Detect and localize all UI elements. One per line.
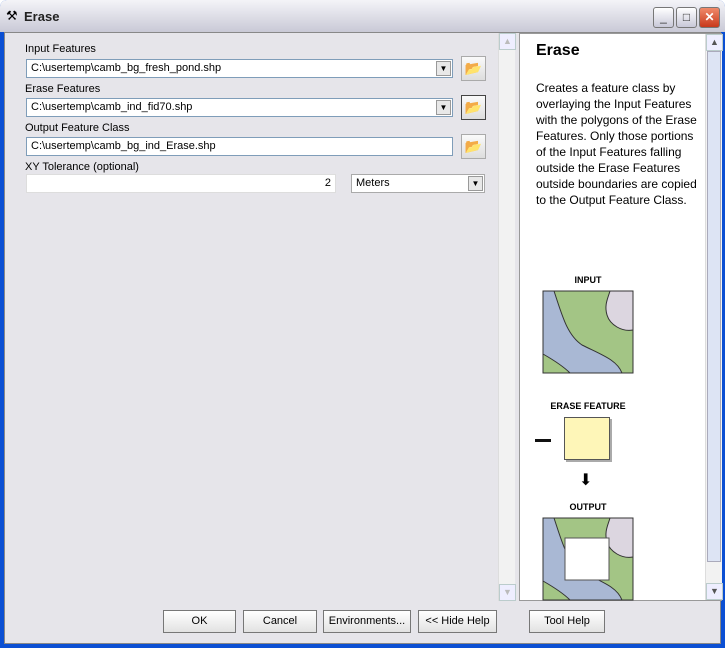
input-features-label: Input Features xyxy=(25,43,96,55)
output-feature-class-label: Output Feature Class xyxy=(25,122,130,134)
chevron-down-icon[interactable]: ▼ xyxy=(468,176,483,191)
help-title: Erase xyxy=(536,42,580,59)
help-description: Creates a feature class by overlaying th… xyxy=(536,81,697,207)
output-caption: OUTPUT xyxy=(569,502,607,512)
input-features-combo[interactable]: C:\usertemp\camb_bg_fresh_pond.shp ▼ xyxy=(26,59,453,78)
xy-tolerance-value: 2 xyxy=(324,177,331,189)
arrow-down-icon: ⬇ xyxy=(579,472,593,489)
erase-features-value: C:\usertemp\camb_ind_fid70.shp xyxy=(31,101,193,113)
folder-open-icon: 📂 xyxy=(464,138,483,154)
input-caption: INPUT xyxy=(574,275,602,285)
input-map-image xyxy=(542,290,634,374)
environments-button[interactable]: Environments... xyxy=(323,610,411,633)
browse-input-button[interactable]: 📂 xyxy=(461,56,486,81)
input-features-value: C:\usertemp\camb_bg_fresh_pond.shp xyxy=(31,62,222,74)
output-feature-class-value: C:\usertemp\camb_bg_ind_Erase.shp xyxy=(31,140,216,152)
erase-feature-caption: ERASE FEATURE xyxy=(550,401,626,411)
help-scrollbar[interactable]: ▲ ▼ xyxy=(705,34,723,600)
dialog-client: Input Features C:\usertemp\camb_bg_fresh… xyxy=(4,32,723,644)
unit-value: Meters xyxy=(356,177,390,189)
browse-erase-button[interactable]: 📂 xyxy=(461,95,486,120)
erase-dialog: ⚒ Erase _ □ ✕ Input Features C:\usertemp… xyxy=(0,0,725,648)
scroll-down-icon[interactable]: ▼ xyxy=(706,583,723,600)
cancel-button[interactable]: Cancel xyxy=(243,610,317,633)
hammer-icon: ⚒ xyxy=(6,8,18,23)
output-feature-class-input[interactable]: C:\usertemp\camb_bg_ind_Erase.shp xyxy=(26,137,453,156)
minus-icon xyxy=(535,439,551,442)
scroll-down-icon[interactable]: ▼ xyxy=(499,584,516,601)
scroll-up-icon[interactable]: ▲ xyxy=(706,34,723,51)
scroll-up-icon[interactable]: ▲ xyxy=(499,33,516,50)
hide-help-button[interactable]: << Hide Help xyxy=(418,610,497,633)
tool-help-button[interactable]: Tool Help xyxy=(529,610,605,633)
folder-open-icon: 📂 xyxy=(464,99,483,115)
close-button[interactable]: ✕ xyxy=(699,7,720,28)
form-scrollbar[interactable]: ▲ ▼ xyxy=(498,33,516,601)
erase-feature-image xyxy=(564,417,610,460)
help-panel: Erase Creates a feature class by overlay… xyxy=(519,33,723,601)
ok-button[interactable]: OK xyxy=(163,610,236,633)
chevron-down-icon[interactable]: ▼ xyxy=(436,100,451,115)
browse-output-button[interactable]: 📂 xyxy=(461,134,486,159)
erase-features-combo[interactable]: C:\usertemp\camb_ind_fid70.shp ▼ xyxy=(26,98,453,117)
xy-tolerance-input[interactable]: 2 xyxy=(26,174,336,193)
erase-features-label: Erase Features xyxy=(25,83,101,95)
scroll-thumb[interactable] xyxy=(707,51,721,562)
xy-tolerance-label: XY Tolerance (optional) xyxy=(25,161,139,173)
title-bar: ⚒ Erase _ □ ✕ xyxy=(0,0,725,32)
folder-open-icon: 📂 xyxy=(464,60,483,76)
window-title: Erase xyxy=(24,9,60,24)
maximize-button[interactable]: □ xyxy=(676,7,697,28)
chevron-down-icon[interactable]: ▼ xyxy=(436,61,451,76)
minimize-button[interactable]: _ xyxy=(653,7,674,28)
xy-tolerance-unit-select[interactable]: Meters ▼ xyxy=(351,174,485,193)
output-map-image xyxy=(542,517,634,601)
